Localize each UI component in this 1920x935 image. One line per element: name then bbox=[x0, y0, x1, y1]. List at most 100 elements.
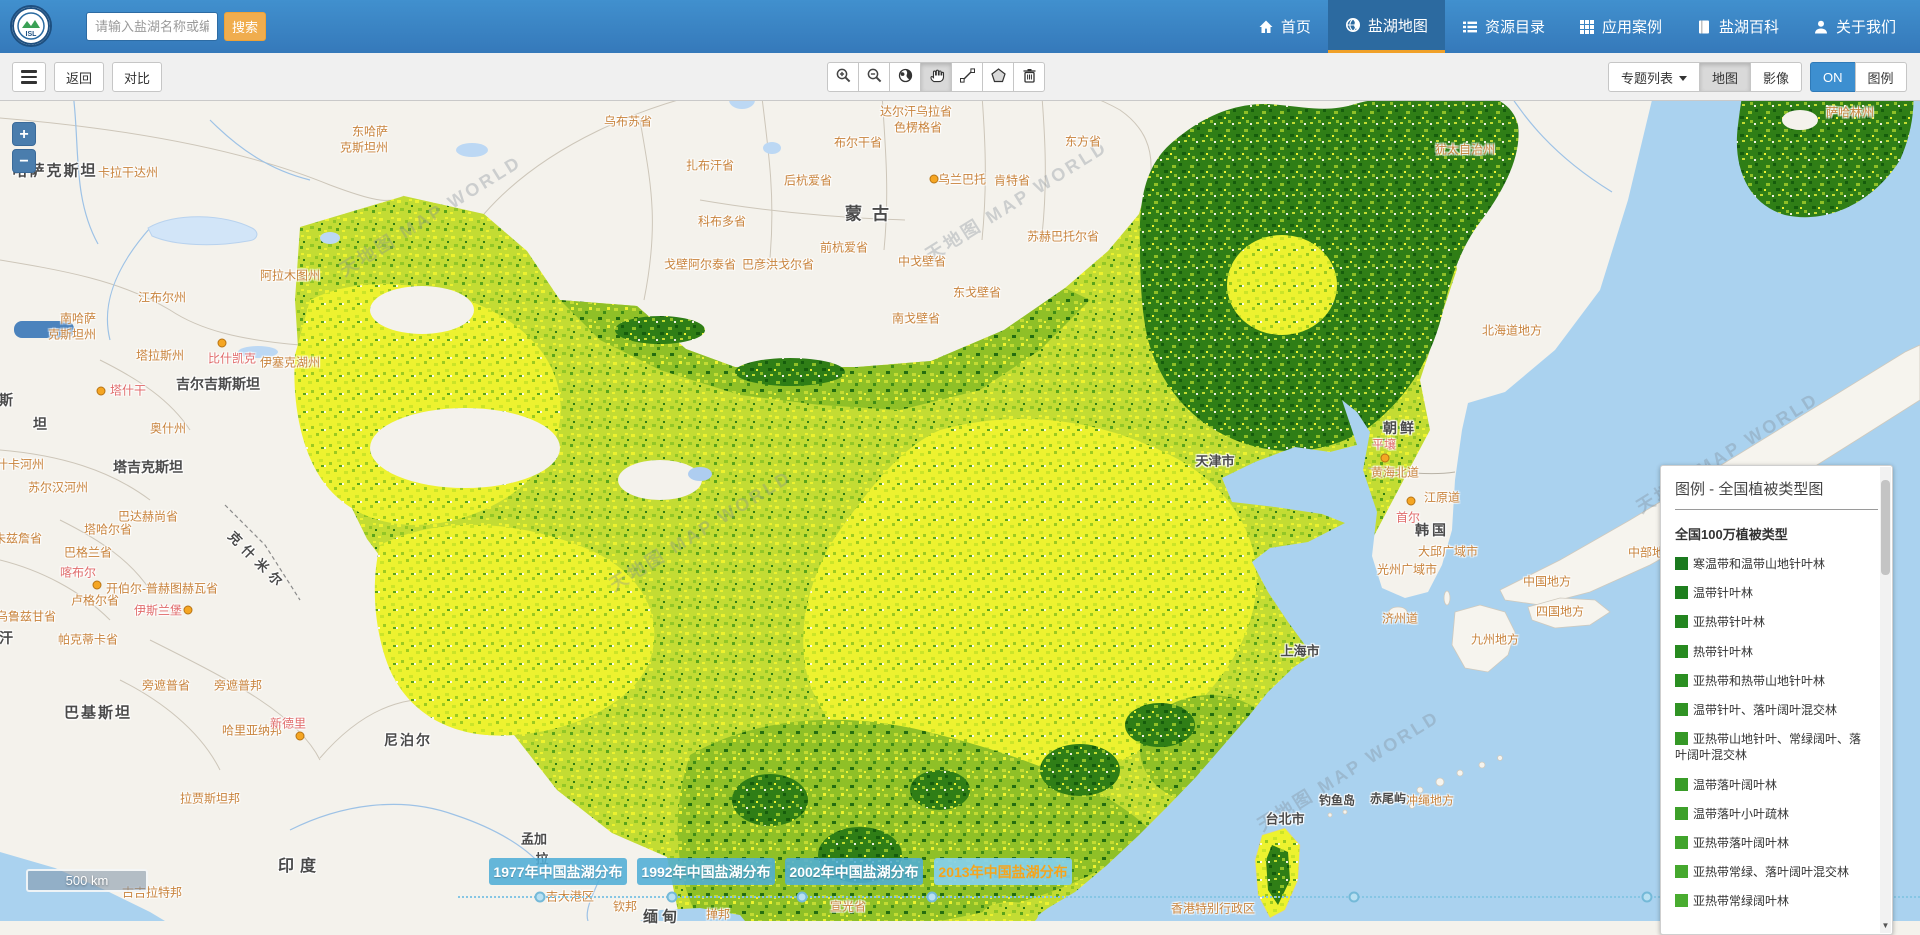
timeline-button-2013[interactable]: 2013年中国盐湖分布 bbox=[934, 858, 1072, 885]
timeline-dot[interactable] bbox=[667, 892, 678, 903]
map-label: 奥什州 bbox=[150, 420, 186, 437]
scale-bar: 500 km bbox=[26, 869, 148, 892]
map-label: 台北市 bbox=[1265, 809, 1304, 828]
timeline-dot[interactable] bbox=[797, 892, 808, 903]
timeline-dot[interactable] bbox=[535, 892, 546, 903]
map-label: 掸邦 bbox=[706, 906, 730, 923]
legend-color-swatch bbox=[1675, 836, 1688, 849]
search-button[interactable]: 搜索 bbox=[224, 12, 266, 41]
legend-color-swatch bbox=[1675, 894, 1688, 907]
search-input[interactable] bbox=[86, 12, 218, 41]
map-label: 香港特别行政区 bbox=[1171, 900, 1255, 917]
chevron-down-icon bbox=[1679, 76, 1687, 81]
nav-item-label: 应用案例 bbox=[1602, 16, 1662, 37]
back-button[interactable]: 返回 bbox=[54, 62, 104, 92]
zoom-in-button[interactable]: + bbox=[12, 122, 36, 146]
map-label: 乌布苏省 bbox=[604, 113, 652, 130]
globe-icon bbox=[897, 67, 914, 87]
timeline-dot[interactable] bbox=[1349, 892, 1360, 903]
map-label: 九州地方 bbox=[1471, 631, 1519, 648]
nav-item-label: 首页 bbox=[1281, 16, 1311, 37]
map-mode-button[interactable]: 地图 bbox=[1699, 62, 1751, 92]
map-label: 南戈壁省 bbox=[892, 310, 940, 327]
tool-trash-button[interactable] bbox=[1013, 62, 1045, 92]
nav-item-label: 资源目录 bbox=[1485, 16, 1545, 37]
map-label: 开伯尔-普赫图赫瓦省 bbox=[106, 580, 218, 597]
map-canvas[interactable]: 哈萨克斯坦蒙古吉尔吉斯斯坦塔吉克斯坦巴基斯坦印度尼泊尔缅甸朝鲜韩国天津市上海市台… bbox=[0, 0, 1920, 921]
nav-item-application-cases[interactable]: 应用案例 bbox=[1562, 0, 1679, 53]
book-icon bbox=[1696, 19, 1712, 35]
nav-item-label: 盐湖地图 bbox=[1368, 15, 1428, 36]
scroll-down-arrow[interactable]: ▼ bbox=[1880, 920, 1891, 932]
map-label: 坦 bbox=[33, 414, 47, 434]
map-label: 塔哈尔省 bbox=[84, 521, 132, 538]
map-label: 卢格尔省 bbox=[71, 592, 119, 609]
legend-scrollbar-thumb[interactable] bbox=[1881, 480, 1890, 575]
menu-button[interactable] bbox=[12, 62, 46, 92]
timeline-button-1977[interactable]: 1977年中国盐湖分布 bbox=[489, 858, 627, 885]
tool-zoom-out-button[interactable] bbox=[858, 62, 890, 92]
nav-item-about-us[interactable]: 关于我们 bbox=[1796, 0, 1913, 53]
map-toolbar: 返回 对比 专题列表 地图 影像 ON 图例 bbox=[0, 53, 1920, 101]
tool-zoom-in-button[interactable] bbox=[827, 62, 859, 92]
map-label: 斯 bbox=[0, 390, 13, 410]
map-label: 克斯坦州 bbox=[48, 326, 96, 343]
nav-item-home[interactable]: 首页 bbox=[1241, 0, 1328, 53]
timeline-dot[interactable] bbox=[927, 892, 938, 903]
map-label: 朱兹詹省 bbox=[0, 530, 42, 547]
legend-subtitle: 全国100万植被类型 bbox=[1675, 524, 1878, 543]
map-label: 卡什卡河州 bbox=[0, 456, 44, 473]
map-label: 塔什干 bbox=[110, 382, 146, 399]
legend-item: 亚热带针叶林 bbox=[1675, 614, 1866, 630]
zoom-out-button[interactable]: − bbox=[12, 149, 36, 173]
map-label: 巴基斯坦 bbox=[64, 702, 132, 723]
map-label: 蒙古 bbox=[845, 200, 899, 225]
map-label: 肯特省 bbox=[994, 172, 1030, 189]
legend-item-label: 温带针叶、落叶阔叶混交林 bbox=[1693, 703, 1837, 717]
legend-button[interactable]: 图例 bbox=[1855, 62, 1907, 92]
isl-logo: ISL bbox=[10, 5, 52, 47]
map-label: 喀布尔 bbox=[60, 564, 96, 581]
legend-color-swatch bbox=[1675, 807, 1688, 820]
city-marker bbox=[218, 339, 227, 348]
hamburger-icon bbox=[21, 70, 37, 73]
map-label: 旁遮普省 bbox=[142, 677, 190, 694]
tool-globe-button[interactable] bbox=[889, 62, 921, 92]
legend-item-label: 亚热带常绿阔叶林 bbox=[1693, 894, 1789, 908]
map-label: 汗 bbox=[0, 628, 13, 648]
nav-item-saltlake-map[interactable]: 盐湖地图 bbox=[1328, 0, 1445, 53]
globe-icon bbox=[1345, 17, 1361, 33]
tool-measure-button[interactable] bbox=[951, 62, 983, 92]
tool-hand-button[interactable] bbox=[920, 62, 952, 92]
legend-toggle-group: ON 图例 bbox=[1810, 62, 1907, 92]
legend-color-swatch bbox=[1675, 674, 1688, 687]
map-label: 缅甸 bbox=[643, 906, 681, 927]
map-label: 东戈壁省 bbox=[953, 284, 1001, 301]
zoom-in-icon bbox=[835, 67, 852, 87]
polygon-icon bbox=[990, 67, 1007, 87]
legend-item: 亚热带落叶阔叶林 bbox=[1675, 835, 1866, 851]
legend-item-label: 亚热带山地针叶、常绿阔叶、落叶阔叶混交林 bbox=[1675, 732, 1861, 762]
compare-button[interactable]: 对比 bbox=[112, 62, 162, 92]
timeline-dot[interactable] bbox=[1642, 892, 1653, 903]
map-label: 科布多省 bbox=[698, 213, 746, 230]
timeline-button-1992[interactable]: 1992年中国盐湖分布 bbox=[637, 858, 775, 885]
imagery-mode-button[interactable]: 影像 bbox=[1750, 62, 1802, 92]
legend-item: 亚热带常绿、落叶阔叶混交林 bbox=[1675, 864, 1866, 880]
map-label: 巴彦洪戈尔省 bbox=[742, 256, 814, 273]
nav-item-label: 盐湖百科 bbox=[1719, 16, 1779, 37]
map-label: 江布尔州 bbox=[138, 289, 186, 306]
topic-list-button[interactable]: 专题列表 bbox=[1608, 62, 1700, 92]
map-label: 达尔汗乌拉省 bbox=[880, 103, 952, 120]
legend-item: 寒温带和温带山地针叶林 bbox=[1675, 556, 1866, 572]
map-label: 塔吉克斯坦 bbox=[113, 457, 183, 477]
nav-item-resource-catalog[interactable]: 资源目录 bbox=[1445, 0, 1562, 53]
timeline-button-2002[interactable]: 2002年中国盐湖分布 bbox=[785, 858, 923, 885]
on-toggle-button[interactable]: ON bbox=[1810, 62, 1856, 92]
map-label: 钦邦 bbox=[613, 898, 637, 915]
nav-item-saltlake-wiki[interactable]: 盐湖百科 bbox=[1679, 0, 1796, 53]
map-label: 光州广域市 bbox=[1377, 561, 1437, 578]
user-icon bbox=[1813, 19, 1829, 35]
legend-scrollbar[interactable]: ▼ bbox=[1880, 467, 1891, 933]
tool-polygon-button[interactable] bbox=[982, 62, 1014, 92]
